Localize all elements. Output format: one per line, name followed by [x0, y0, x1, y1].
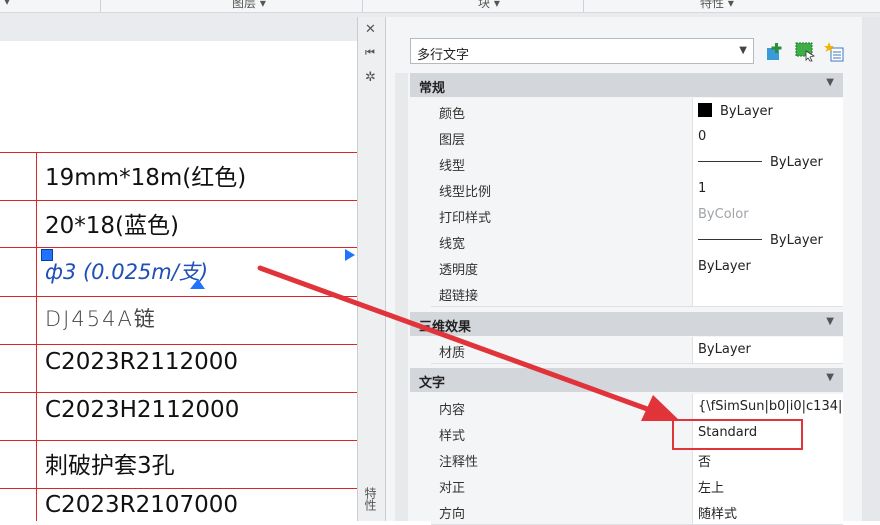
annotation-arrow — [257, 265, 680, 421]
